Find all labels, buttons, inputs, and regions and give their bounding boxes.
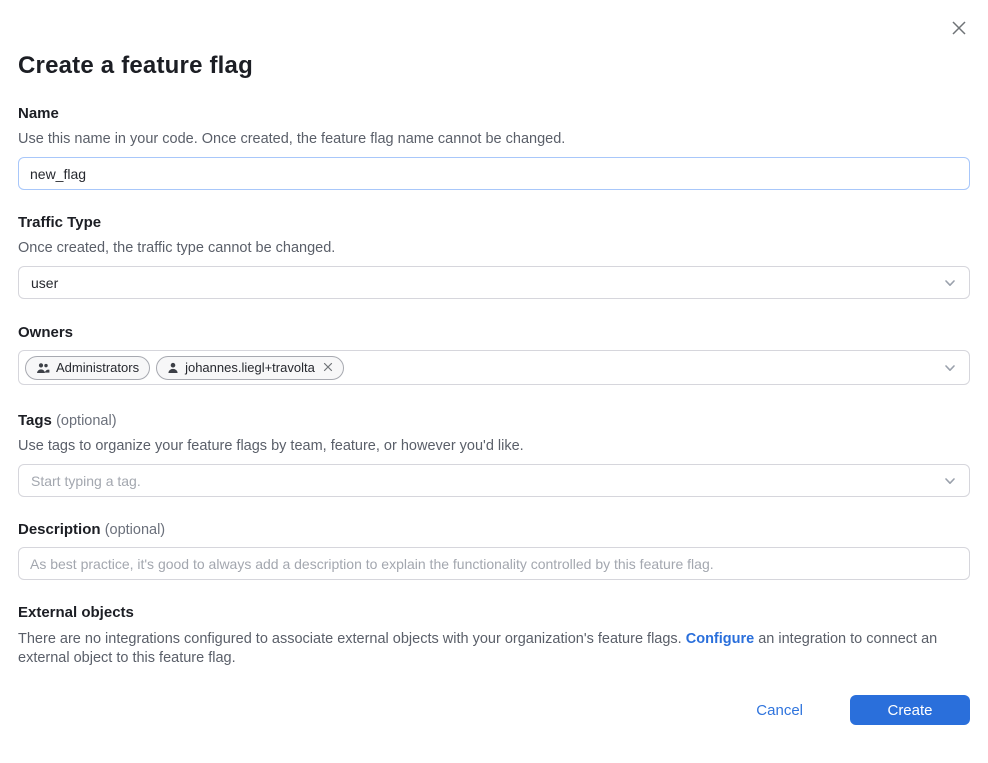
dialog-title: Create a feature flag [18,0,970,80]
owners-section: Owners Administrators johannes.liegl+tra… [18,324,970,385]
external-objects-label: External objects [18,604,970,621]
remove-icon [323,360,333,375]
tags-help-text: Use tags to organize your feature flags … [18,437,970,455]
traffic-type-selected-value: user [31,275,943,291]
external-objects-text-before: There are no integrations configured to … [18,631,686,647]
owner-chip-administrators[interactable]: Administrators [25,356,150,380]
name-help-text: Use this name in your code. Once created… [18,130,970,148]
chevron-down-icon [943,276,957,290]
name-input[interactable] [18,157,970,190]
owners-multiselect[interactable]: Administrators johannes.liegl+travolta [18,350,970,385]
close-icon [949,18,969,41]
chevron-down-icon [943,474,957,488]
dialog-footer: Cancel Create [756,695,970,725]
traffic-type-select[interactable]: user [18,266,970,299]
traffic-type-section: Traffic Type Once created, the traffic t… [18,214,970,299]
create-button[interactable]: Create [850,695,970,725]
cancel-button[interactable]: Cancel [756,702,803,719]
owner-chip-label: johannes.liegl+travolta [185,360,315,375]
owners-label: Owners [18,324,970,341]
owner-chip-user[interactable]: johannes.liegl+travolta [156,356,344,380]
chevron-down-icon [943,361,957,375]
tags-input[interactable] [31,473,943,489]
tags-combobox[interactable] [18,464,970,497]
external-objects-text: There are no integrations configured to … [18,630,970,668]
traffic-type-help-text: Once created, the traffic type cannot be… [18,239,970,257]
group-icon [36,362,50,374]
external-objects-section: External objects There are no integratio… [18,604,970,668]
name-label: Name [18,105,970,122]
create-feature-flag-dialog: Create a feature flag Name Use this name… [0,0,988,763]
tags-section: Tags (optional) Use tags to organize you… [18,412,970,497]
description-label: Description (optional) [18,521,970,538]
traffic-type-label: Traffic Type [18,214,970,231]
person-icon [167,362,179,374]
configure-link[interactable]: Configure [686,631,754,647]
remove-owner-button[interactable] [321,360,333,375]
tags-optional-suffix: (optional) [56,413,116,429]
tags-label: Tags (optional) [18,412,970,429]
description-optional-suffix: (optional) [105,522,165,538]
description-input[interactable] [18,547,970,580]
close-button[interactable] [946,16,972,42]
description-section: Description (optional) [18,521,970,580]
owners-chip-list: Administrators johannes.liegl+travolta [25,356,943,380]
name-section: Name Use this name in your code. Once cr… [18,105,970,190]
owner-chip-label: Administrators [56,360,139,375]
